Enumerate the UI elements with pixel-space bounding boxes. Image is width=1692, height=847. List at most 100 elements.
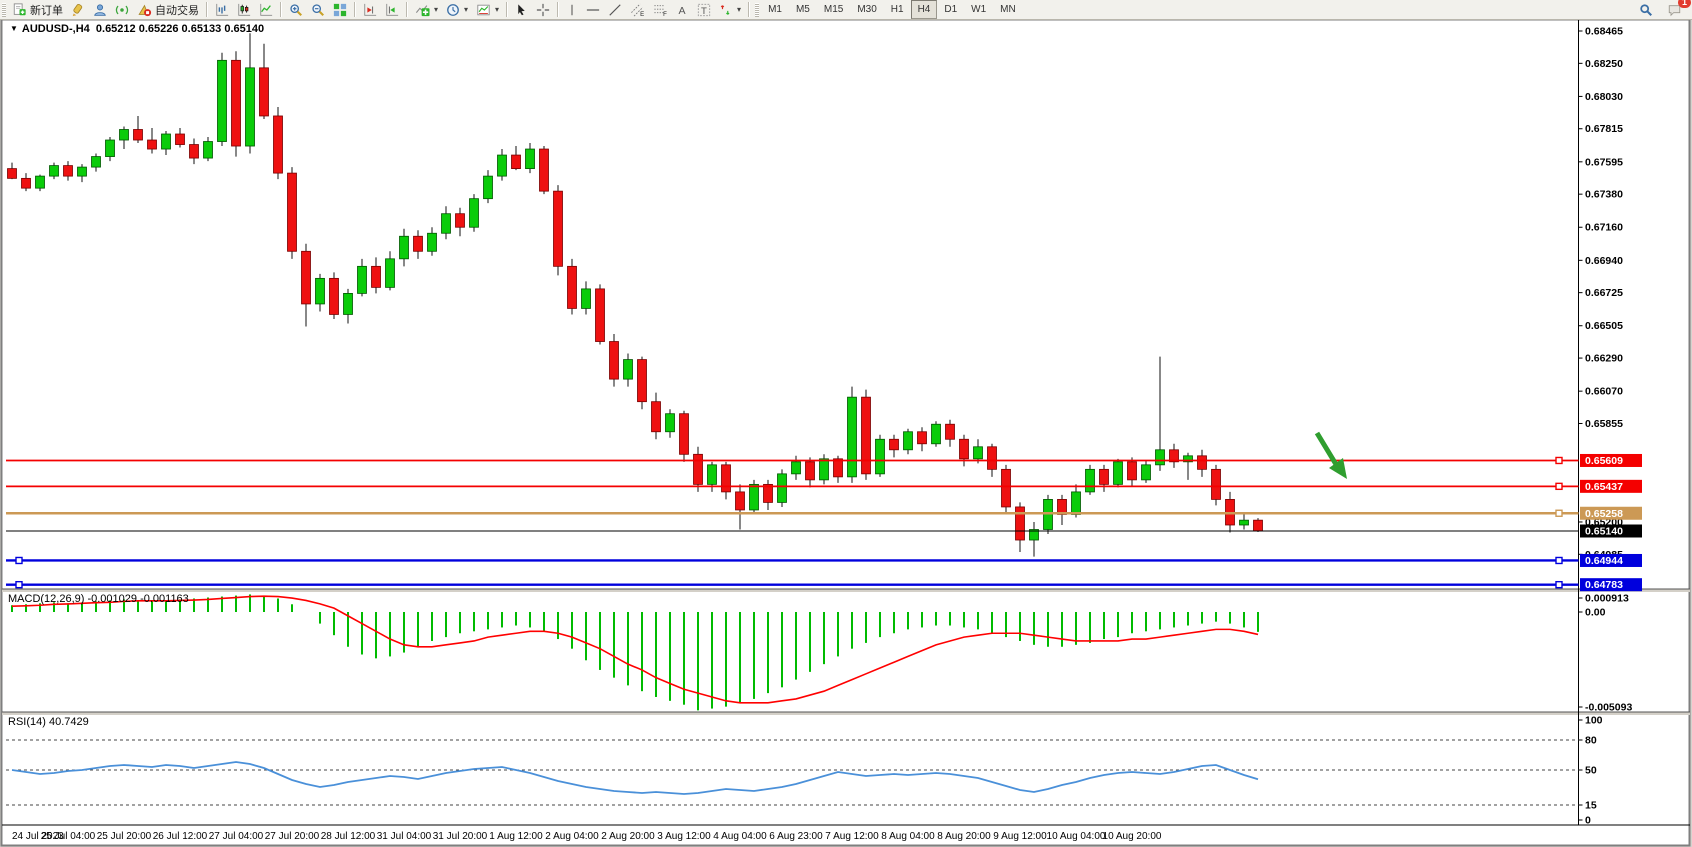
search-button[interactable] [1635,0,1657,19]
toolbar-grip-timeframes[interactable] [755,3,759,17]
price-tick-label: 0.67380 [1585,189,1623,201]
notifications-button[interactable]: 1 [1663,0,1686,19]
candle-body [190,145,199,159]
candle-body [876,439,885,474]
indicators-button[interactable]: ▾ [411,0,442,19]
candle-body [1240,520,1249,525]
candle-body [1142,465,1151,480]
candle-body [932,424,941,444]
templates-button[interactable]: ▾ [472,0,503,19]
time-axis-label: 10 Aug 04:00 [1047,831,1106,842]
candle-body [428,233,437,251]
timeframe-h4[interactable]: H4 [911,0,938,19]
autotrade-button-label: 自动交易 [155,2,199,18]
periods-button[interactable]: ▾ [442,0,472,19]
candle-body [904,432,913,450]
macd-tick-label: 0.000913 [1585,593,1629,605]
candle-body [988,447,997,470]
candle-body [750,484,759,510]
terminal-window: 0.684650.682500.680300.678150.675950.673… [0,0,1692,847]
profile-icon [93,3,107,17]
price-level-badge-label: 0.65140 [1585,526,1623,538]
scroll-to-end-button[interactable] [359,0,381,19]
candle-body [708,465,717,485]
text-label-button[interactable]: T [693,0,715,19]
clock-icon [446,3,460,17]
chart-window[interactable]: 0.684650.682500.680300.678150.675950.673… [0,0,1692,847]
candle-body [246,68,255,146]
candle-body [918,432,927,444]
timeframe-w1[interactable]: W1 [964,0,993,19]
candle-body [526,149,535,169]
time-axis-label: 2 Aug 20:00 [601,831,655,842]
candle-body [610,342,619,380]
data-window-button[interactable] [89,0,111,19]
svg-text:T: T [701,5,707,16]
candle-body [120,129,129,140]
zoom-out-icon [311,3,325,17]
doc-plus-icon [12,3,27,17]
timeframe-mn[interactable]: MN [993,0,1023,19]
styler-button[interactable] [67,0,89,19]
line-handle [1556,483,1562,489]
trend-icon [608,3,622,17]
hline-icon [586,3,600,17]
candle-body [1002,469,1011,507]
bar-chart-button[interactable] [211,0,233,19]
candle-body [582,289,591,309]
price-tick-label: 0.65855 [1585,418,1623,430]
cursor-button[interactable] [511,0,532,19]
candle-body [862,397,871,474]
toolbar-grip[interactable] [2,3,6,17]
line-chart-button[interactable] [255,0,277,19]
candle-body [22,178,31,188]
candle-body [470,199,479,228]
horizontal-line-button[interactable] [582,0,604,19]
signals-button[interactable] [111,0,133,19]
candle-body [792,462,801,474]
candle-body [736,492,745,510]
signal-icon [115,3,129,17]
timeframe-m1[interactable]: M1 [761,0,789,19]
arrow-tools-button[interactable]: ▾ [715,0,745,19]
fibonacci-button[interactable]: F [649,0,672,19]
chart-ohlc-line[interactable]: ▼AUDUSD-,H4 0.65212 0.65226 0.65133 0.65… [10,23,264,35]
splitter-bar [2,590,1690,593]
equidistant-channel-button[interactable]: E [626,0,649,19]
zoom-in-button[interactable] [285,0,307,19]
ind-plus-icon [415,3,430,17]
crosshair-button[interactable] [532,0,554,19]
candle-body [1156,450,1165,465]
svg-text:A: A [678,5,686,17]
new-order-button-label: 新订单 [30,2,63,18]
chart-shift-button[interactable] [381,0,403,19]
candle-body [652,402,661,432]
macd-tick-label: 0.00 [1585,607,1606,619]
timeframe-h1[interactable]: H1 [884,0,911,19]
channel-e-icon: E [630,3,645,17]
line-handle [1556,582,1562,588]
price-tick-label: 0.68465 [1585,26,1623,38]
trendline-button[interactable] [604,0,626,19]
toolbar-separator [406,2,408,17]
candle-body [218,60,227,141]
timeframe-m5[interactable]: M5 [789,0,817,19]
timeframe-d1[interactable]: D1 [937,0,964,19]
timeframe-m30[interactable]: M30 [850,0,883,19]
candle-body [1072,492,1081,515]
chart-menu-icon[interactable]: ▼ [10,24,18,33]
text-button[interactable]: A [672,0,693,19]
tile-windows-button[interactable] [329,0,351,19]
timeframe-m15[interactable]: M15 [817,0,850,19]
search-icon [1639,3,1653,17]
zoom-out-button[interactable] [307,0,329,19]
price-tick-label: 0.66290 [1585,353,1623,365]
candle-body [358,266,367,293]
autotrade-button[interactable]: 自动交易 [133,0,203,19]
svg-text:F: F [663,11,667,17]
candlestick-chart-button[interactable] [233,0,255,19]
arrows-icon [719,3,733,17]
candle-body [344,293,353,314]
vertical-line-button[interactable] [562,0,582,19]
new-order-button[interactable]: 新订单 [8,0,67,19]
